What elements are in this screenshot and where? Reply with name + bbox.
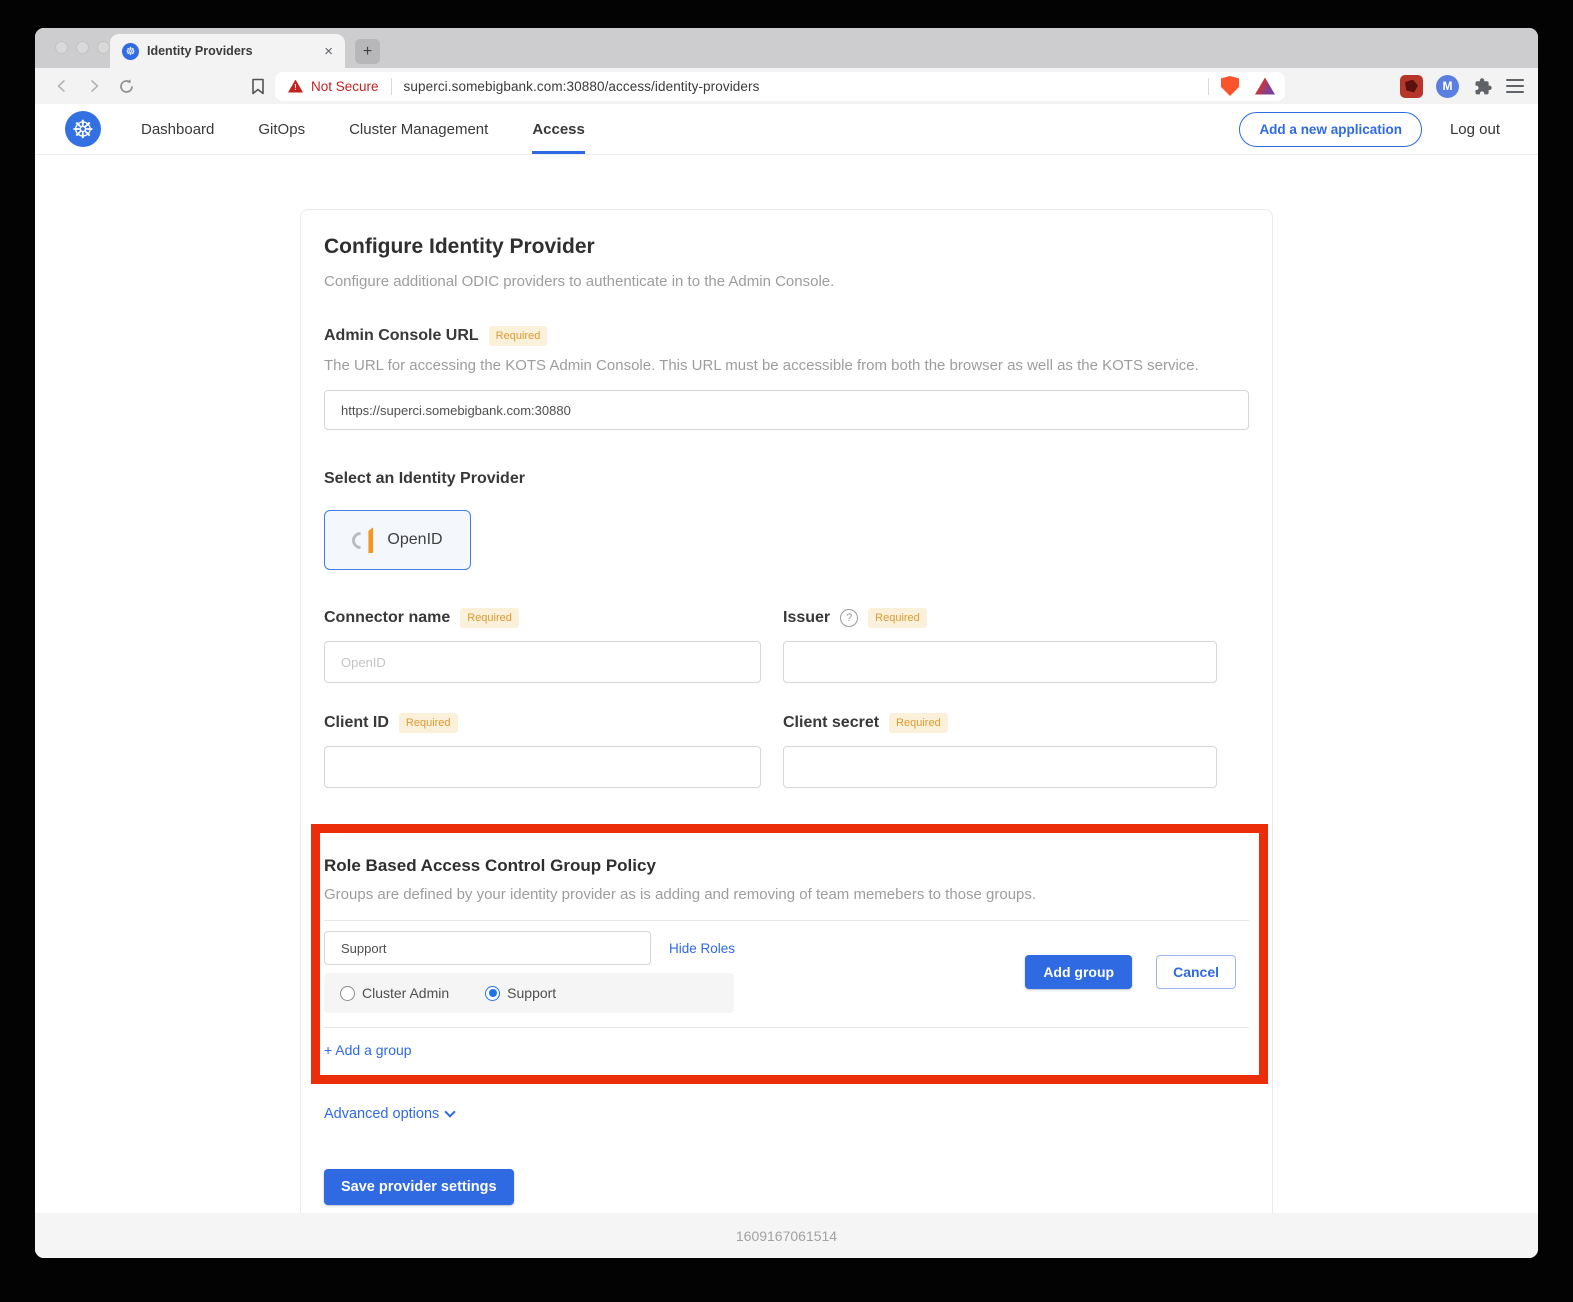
zoom-window-button[interactable]: [97, 41, 110, 54]
extensions-puzzle-icon[interactable]: [1472, 76, 1493, 97]
app-navigation: ☸ Dashboard GitOps Cluster Management Ac…: [35, 104, 1538, 155]
window-controls[interactable]: [55, 41, 110, 54]
not-secure-warning-icon: !: [288, 80, 303, 93]
group-name-input[interactable]: [324, 931, 651, 965]
page-title: Configure Identity Provider: [324, 235, 1249, 259]
issuer-label: Issuer: [783, 609, 830, 627]
browser-window: ☸ Identity Providers × + ! Not Secure su…: [35, 28, 1538, 1258]
role-label: Cluster Admin: [362, 985, 449, 1001]
client-secret-field: Client secret Required: [783, 713, 1217, 788]
nav-item-cluster-management[interactable]: Cluster Management: [349, 104, 488, 154]
nav-right: Add a new application Log out: [1239, 104, 1512, 154]
browser-tab[interactable]: ☸ Identity Providers ×: [110, 34, 345, 68]
url-separator: [391, 78, 392, 95]
url-separator: [1208, 78, 1209, 95]
connector-name-field: Connector name Required: [324, 608, 761, 683]
role-label: Support: [507, 985, 556, 1001]
admin-console-url-input[interactable]: [324, 390, 1249, 430]
profile-avatar[interactable]: M: [1436, 75, 1459, 98]
client-id-label: Client ID: [324, 714, 389, 732]
issuer-input[interactable]: [783, 641, 1217, 683]
brave-shield-icon[interactable]: [1221, 76, 1239, 96]
logout-link[interactable]: Log out: [1450, 121, 1500, 138]
nav-item-dashboard[interactable]: Dashboard: [141, 104, 214, 154]
required-badge: Required: [399, 713, 458, 733]
nav-item-access[interactable]: Access: [532, 104, 585, 154]
required-badge: Required: [489, 326, 548, 346]
issuer-field: Issuer ? Required: [783, 608, 1217, 683]
openid-provider-tile[interactable]: OpenID: [324, 510, 471, 570]
cancel-button[interactable]: Cancel: [1156, 955, 1236, 989]
close-tab-icon[interactable]: ×: [322, 43, 335, 60]
back-icon[interactable]: [49, 73, 75, 99]
radio-icon[interactable]: [485, 986, 500, 1001]
brave-rewards-icon[interactable]: [1255, 78, 1275, 95]
menu-icon[interactable]: [1506, 77, 1524, 95]
select-provider-label: Select an Identity Provider: [324, 470, 1249, 488]
connector-name-input[interactable]: [324, 641, 761, 683]
required-badge: Required: [460, 608, 519, 628]
advanced-options-label: Advanced options: [324, 1106, 439, 1122]
page-content: Configure Identity Provider Configure ad…: [35, 155, 1538, 1213]
admin-console-url-help: The URL for accessing the KOTS Admin Con…: [324, 357, 1249, 374]
rbac-highlight-region: Role Based Access Control Group Policy G…: [311, 824, 1268, 1084]
client-secret-label: Client secret: [783, 714, 879, 732]
add-a-group-link[interactable]: + Add a group: [324, 1042, 412, 1058]
footer-timestamp: 1609167061514: [736, 1228, 837, 1244]
openid-logo-icon: [352, 527, 378, 553]
divider: [324, 1027, 1249, 1028]
page-subtitle: Configure additional ODIC providers to a…: [324, 273, 1249, 290]
required-badge: Required: [889, 713, 948, 733]
app-footer: 1609167061514: [35, 1213, 1538, 1258]
admin-console-url-label: Admin Console URL: [324, 327, 479, 345]
rbac-title: Role Based Access Control Group Policy: [324, 856, 1249, 876]
role-option-cluster-admin[interactable]: Cluster Admin: [340, 985, 449, 1001]
help-icon[interactable]: ?: [840, 609, 858, 627]
roles-selector: Cluster Admin Support: [324, 973, 734, 1013]
divider: [324, 920, 1249, 921]
add-new-application-button[interactable]: Add a new application: [1239, 112, 1422, 147]
connector-name-label: Connector name: [324, 609, 450, 627]
role-option-support[interactable]: Support: [485, 985, 556, 1001]
radio-icon[interactable]: [340, 986, 355, 1001]
url-text[interactable]: superci.somebigbank.com:30880/access/ide…: [404, 79, 1196, 94]
minimize-window-button[interactable]: [76, 41, 89, 54]
chevron-down-icon: [445, 1106, 456, 1117]
browser-toolbar: ! Not Secure superci.somebigbank.com:308…: [35, 68, 1538, 104]
nav-item-gitops[interactable]: GitOps: [258, 104, 305, 154]
kubernetes-logo-icon: ☸: [65, 111, 101, 147]
nav-links: Dashboard GitOps Cluster Management Acce…: [141, 104, 585, 154]
bookmark-icon[interactable]: [251, 78, 265, 95]
extension-area: M: [1400, 75, 1524, 98]
reload-icon[interactable]: [113, 73, 139, 99]
new-tab-button[interactable]: +: [355, 39, 380, 64]
group-editor-row: Hide Roles Cluster Admin Support: [324, 931, 1249, 1013]
add-group-button[interactable]: Add group: [1025, 955, 1132, 989]
tab-strip: ☸ Identity Providers × +: [35, 28, 1538, 68]
save-provider-settings-button[interactable]: Save provider settings: [324, 1169, 514, 1205]
rbac-subtitle: Groups are defined by your identity prov…: [324, 886, 1249, 903]
forward-icon[interactable]: [81, 73, 107, 99]
client-id-field: Client ID Required: [324, 713, 761, 788]
close-window-button[interactable]: [55, 41, 68, 54]
address-bar[interactable]: ! Not Secure superci.somebigbank.com:308…: [275, 72, 1285, 101]
tab-title: Identity Providers: [147, 44, 314, 58]
client-id-input[interactable]: [324, 746, 761, 788]
extension-icon-red[interactable]: [1400, 75, 1423, 98]
client-secret-input[interactable]: [783, 746, 1217, 788]
not-secure-label: Not Secure: [311, 79, 379, 94]
provider-name: OpenID: [387, 531, 442, 549]
required-badge: Required: [868, 608, 927, 628]
hide-roles-link[interactable]: Hide Roles: [669, 941, 735, 956]
identity-provider-card: Configure Identity Provider Configure ad…: [300, 209, 1273, 1213]
kubernetes-favicon-icon: ☸: [122, 43, 139, 60]
advanced-options-toggle[interactable]: Advanced options: [324, 1106, 454, 1122]
